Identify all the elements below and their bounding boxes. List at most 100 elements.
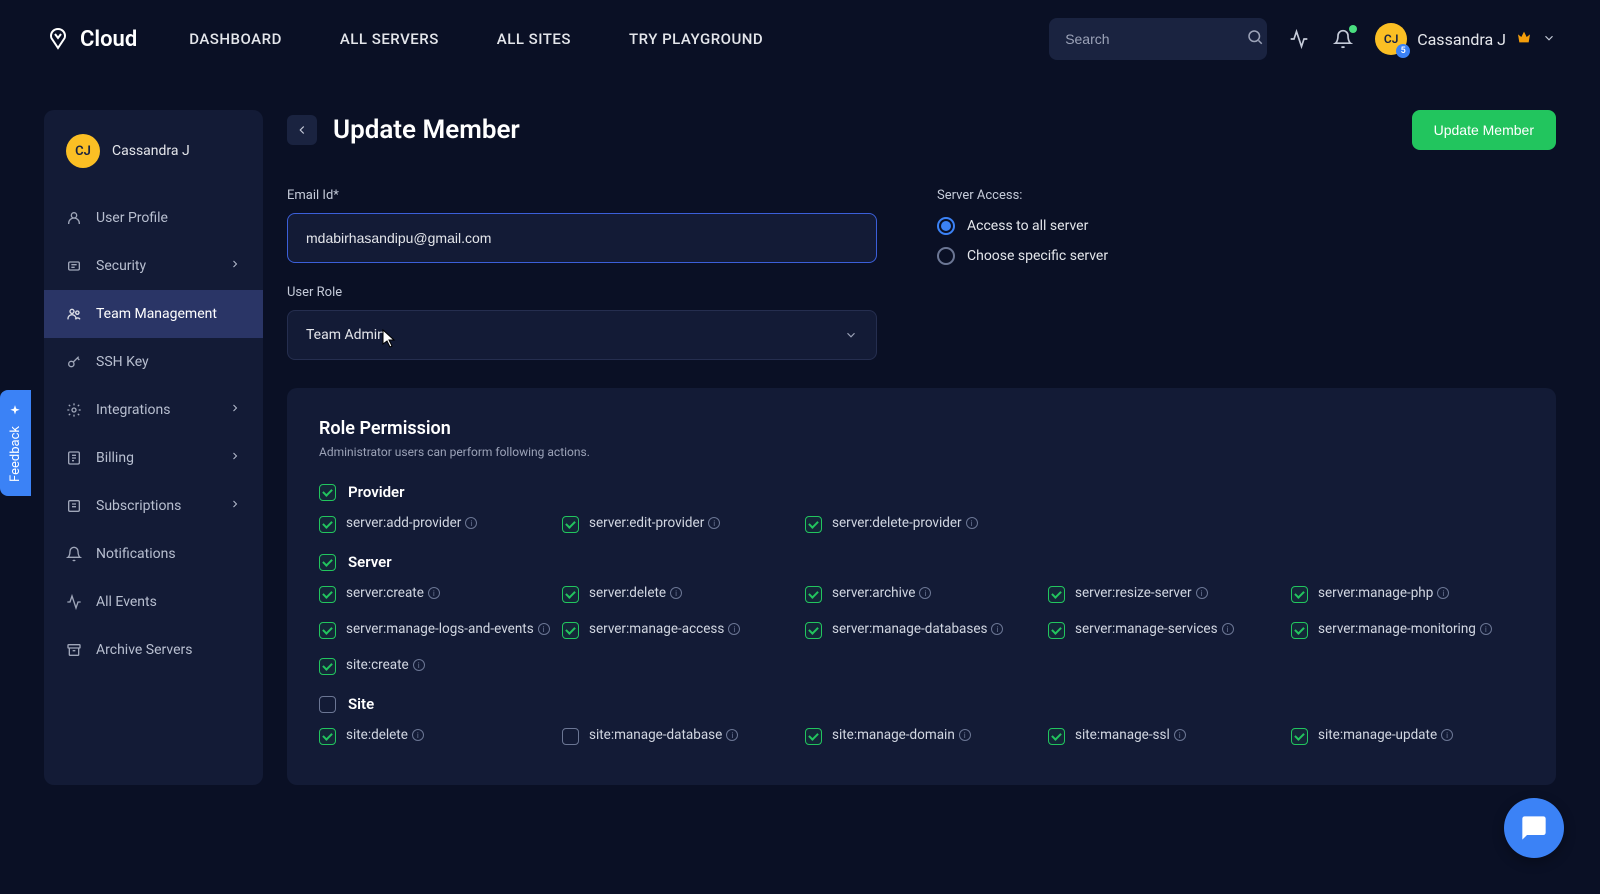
nav-all-servers[interactable]: ALL SERVERS (340, 30, 439, 48)
perm-checkbox[interactable] (805, 622, 822, 639)
chevron-left-icon (295, 123, 309, 137)
sidebar-item-user-profile[interactable]: User Profile (44, 194, 263, 242)
info-icon[interactable]: i (708, 517, 720, 529)
sidebar-item-notifications[interactable]: Notifications (44, 530, 263, 578)
email-input[interactable] (287, 213, 877, 263)
sidebar-item-billing[interactable]: Billing (44, 434, 263, 482)
chat-button[interactable] (1504, 798, 1564, 858)
search-input[interactable] (1065, 31, 1246, 47)
group-checkbox[interactable] (319, 554, 336, 571)
perm-checkbox[interactable] (1291, 586, 1308, 603)
perm-checkbox[interactable] (1048, 622, 1065, 639)
info-icon[interactable]: i (1437, 587, 1449, 599)
perm-item[interactable]: server:manage-databasesi (805, 621, 1038, 639)
perm-item[interactable]: site:manage-ssli (1048, 727, 1281, 745)
sidebar-item-subscriptions[interactable]: Subscriptions (44, 482, 263, 530)
info-icon[interactable]: i (465, 517, 477, 529)
notifications-icon[interactable] (1331, 27, 1355, 51)
info-icon[interactable]: i (991, 623, 1003, 635)
info-icon[interactable]: i (412, 729, 424, 741)
brand-logo[interactable]: Cloud (44, 25, 137, 53)
group-checkbox[interactable] (319, 484, 336, 501)
perm-item[interactable]: server:add-provideri (319, 515, 552, 533)
sidebar-item-security[interactable]: Security (44, 242, 263, 290)
perm-checkbox[interactable] (1291, 728, 1308, 745)
perm-item[interactable]: site:manage-updatei (1291, 727, 1524, 745)
perm-group-title: Server (348, 553, 392, 571)
info-icon[interactable]: i (728, 623, 740, 635)
perm-checkbox[interactable] (319, 728, 336, 745)
email-label: Email Id* (287, 188, 877, 203)
back-button[interactable] (287, 115, 317, 145)
perm-item[interactable]: server:createi (319, 585, 552, 603)
perm-label: server:delete-provider (832, 515, 962, 531)
sidebar-item-ssh-key[interactable]: SSH Key (44, 338, 263, 386)
perm-checkbox[interactable] (805, 728, 822, 745)
feedback-tab[interactable]: Feedback (0, 390, 31, 496)
perm-checkbox[interactable] (562, 516, 579, 533)
group-checkbox[interactable] (319, 696, 336, 713)
perm-checkbox[interactable] (1048, 728, 1065, 745)
perm-item[interactable]: server:deletei (562, 585, 795, 603)
perm-item[interactable]: server:manage-logs-and-eventsi (319, 621, 552, 639)
nav-all-sites[interactable]: ALL SITES (497, 30, 571, 48)
perm-item[interactable]: server:resize-serveri (1048, 585, 1281, 603)
sidebar-item-label: Team Management (96, 306, 217, 322)
access-option-1[interactable]: Choose specific server (937, 247, 1108, 265)
info-icon[interactable]: i (966, 517, 978, 529)
sidebar-item-label: Billing (96, 450, 134, 466)
perm-item[interactable]: server:manage-accessi (562, 621, 795, 639)
perm-item[interactable]: server:manage-phpi (1291, 585, 1524, 603)
sub-icon (66, 498, 82, 514)
perm-item[interactable]: server:manage-servicesi (1048, 621, 1281, 639)
perm-checkbox[interactable] (1291, 622, 1308, 639)
activity-icon[interactable] (1287, 27, 1311, 51)
nav-try-playground[interactable]: TRY PLAYGROUND (629, 30, 763, 48)
perm-checkbox[interactable] (805, 516, 822, 533)
perm-item[interactable]: server:manage-monitoringi (1291, 621, 1524, 639)
perm-item[interactable]: server:edit-provideri (562, 515, 795, 533)
sidebar-avatar: CJ (66, 134, 100, 168)
info-icon[interactable]: i (538, 623, 550, 635)
sidebar-item-integrations[interactable]: Integrations (44, 386, 263, 434)
info-icon[interactable]: i (919, 587, 931, 599)
info-icon[interactable]: i (726, 729, 738, 741)
perm-item[interactable]: site:manage-databasei (562, 727, 795, 745)
access-option-0[interactable]: Access to all server (937, 217, 1108, 235)
info-icon[interactable]: i (1480, 623, 1492, 635)
user-menu[interactable]: CJ 5 Cassandra J (1375, 23, 1556, 55)
perm-checkbox[interactable] (805, 586, 822, 603)
info-icon[interactable]: i (670, 587, 682, 599)
perm-checkbox[interactable] (562, 728, 579, 745)
info-icon[interactable]: i (1441, 729, 1453, 741)
update-member-button[interactable]: Update Member (1412, 110, 1556, 150)
perm-checkbox[interactable] (319, 516, 336, 533)
info-icon[interactable]: i (413, 659, 425, 671)
info-icon[interactable]: i (1222, 623, 1234, 635)
perm-item[interactable]: server:archivei (805, 585, 1038, 603)
perm-checkbox[interactable] (319, 586, 336, 603)
sidebar-user[interactable]: CJ Cassandra J (44, 134, 263, 194)
perm-label: site:delete (346, 727, 408, 743)
sidebar-item-label: Integrations (96, 402, 170, 418)
info-icon[interactable]: i (428, 587, 440, 599)
info-icon[interactable]: i (959, 729, 971, 741)
sidebar-item-team-management[interactable]: Team Management (44, 290, 263, 338)
user-icon (66, 210, 82, 226)
perm-checkbox[interactable] (562, 622, 579, 639)
info-icon[interactable]: i (1174, 729, 1186, 741)
nav-dashboard[interactable]: DASHBOARD (189, 30, 282, 48)
sidebar-item-archive-servers[interactable]: Archive Servers (44, 626, 263, 674)
perm-item[interactable]: site:manage-domaini (805, 727, 1038, 745)
perm-item[interactable]: site:createi (319, 657, 552, 675)
perm-checkbox[interactable] (319, 622, 336, 639)
perm-checkbox[interactable] (562, 586, 579, 603)
role-select[interactable]: Team Admin (287, 310, 877, 360)
search-box[interactable] (1049, 18, 1267, 60)
info-icon[interactable]: i (1196, 587, 1208, 599)
perm-checkbox[interactable] (1048, 586, 1065, 603)
perm-item[interactable]: server:delete-provider i (805, 515, 1038, 533)
perm-checkbox[interactable] (319, 658, 336, 675)
sidebar-item-all-events[interactable]: All Events (44, 578, 263, 626)
perm-item[interactable]: site:delete i (319, 727, 552, 745)
